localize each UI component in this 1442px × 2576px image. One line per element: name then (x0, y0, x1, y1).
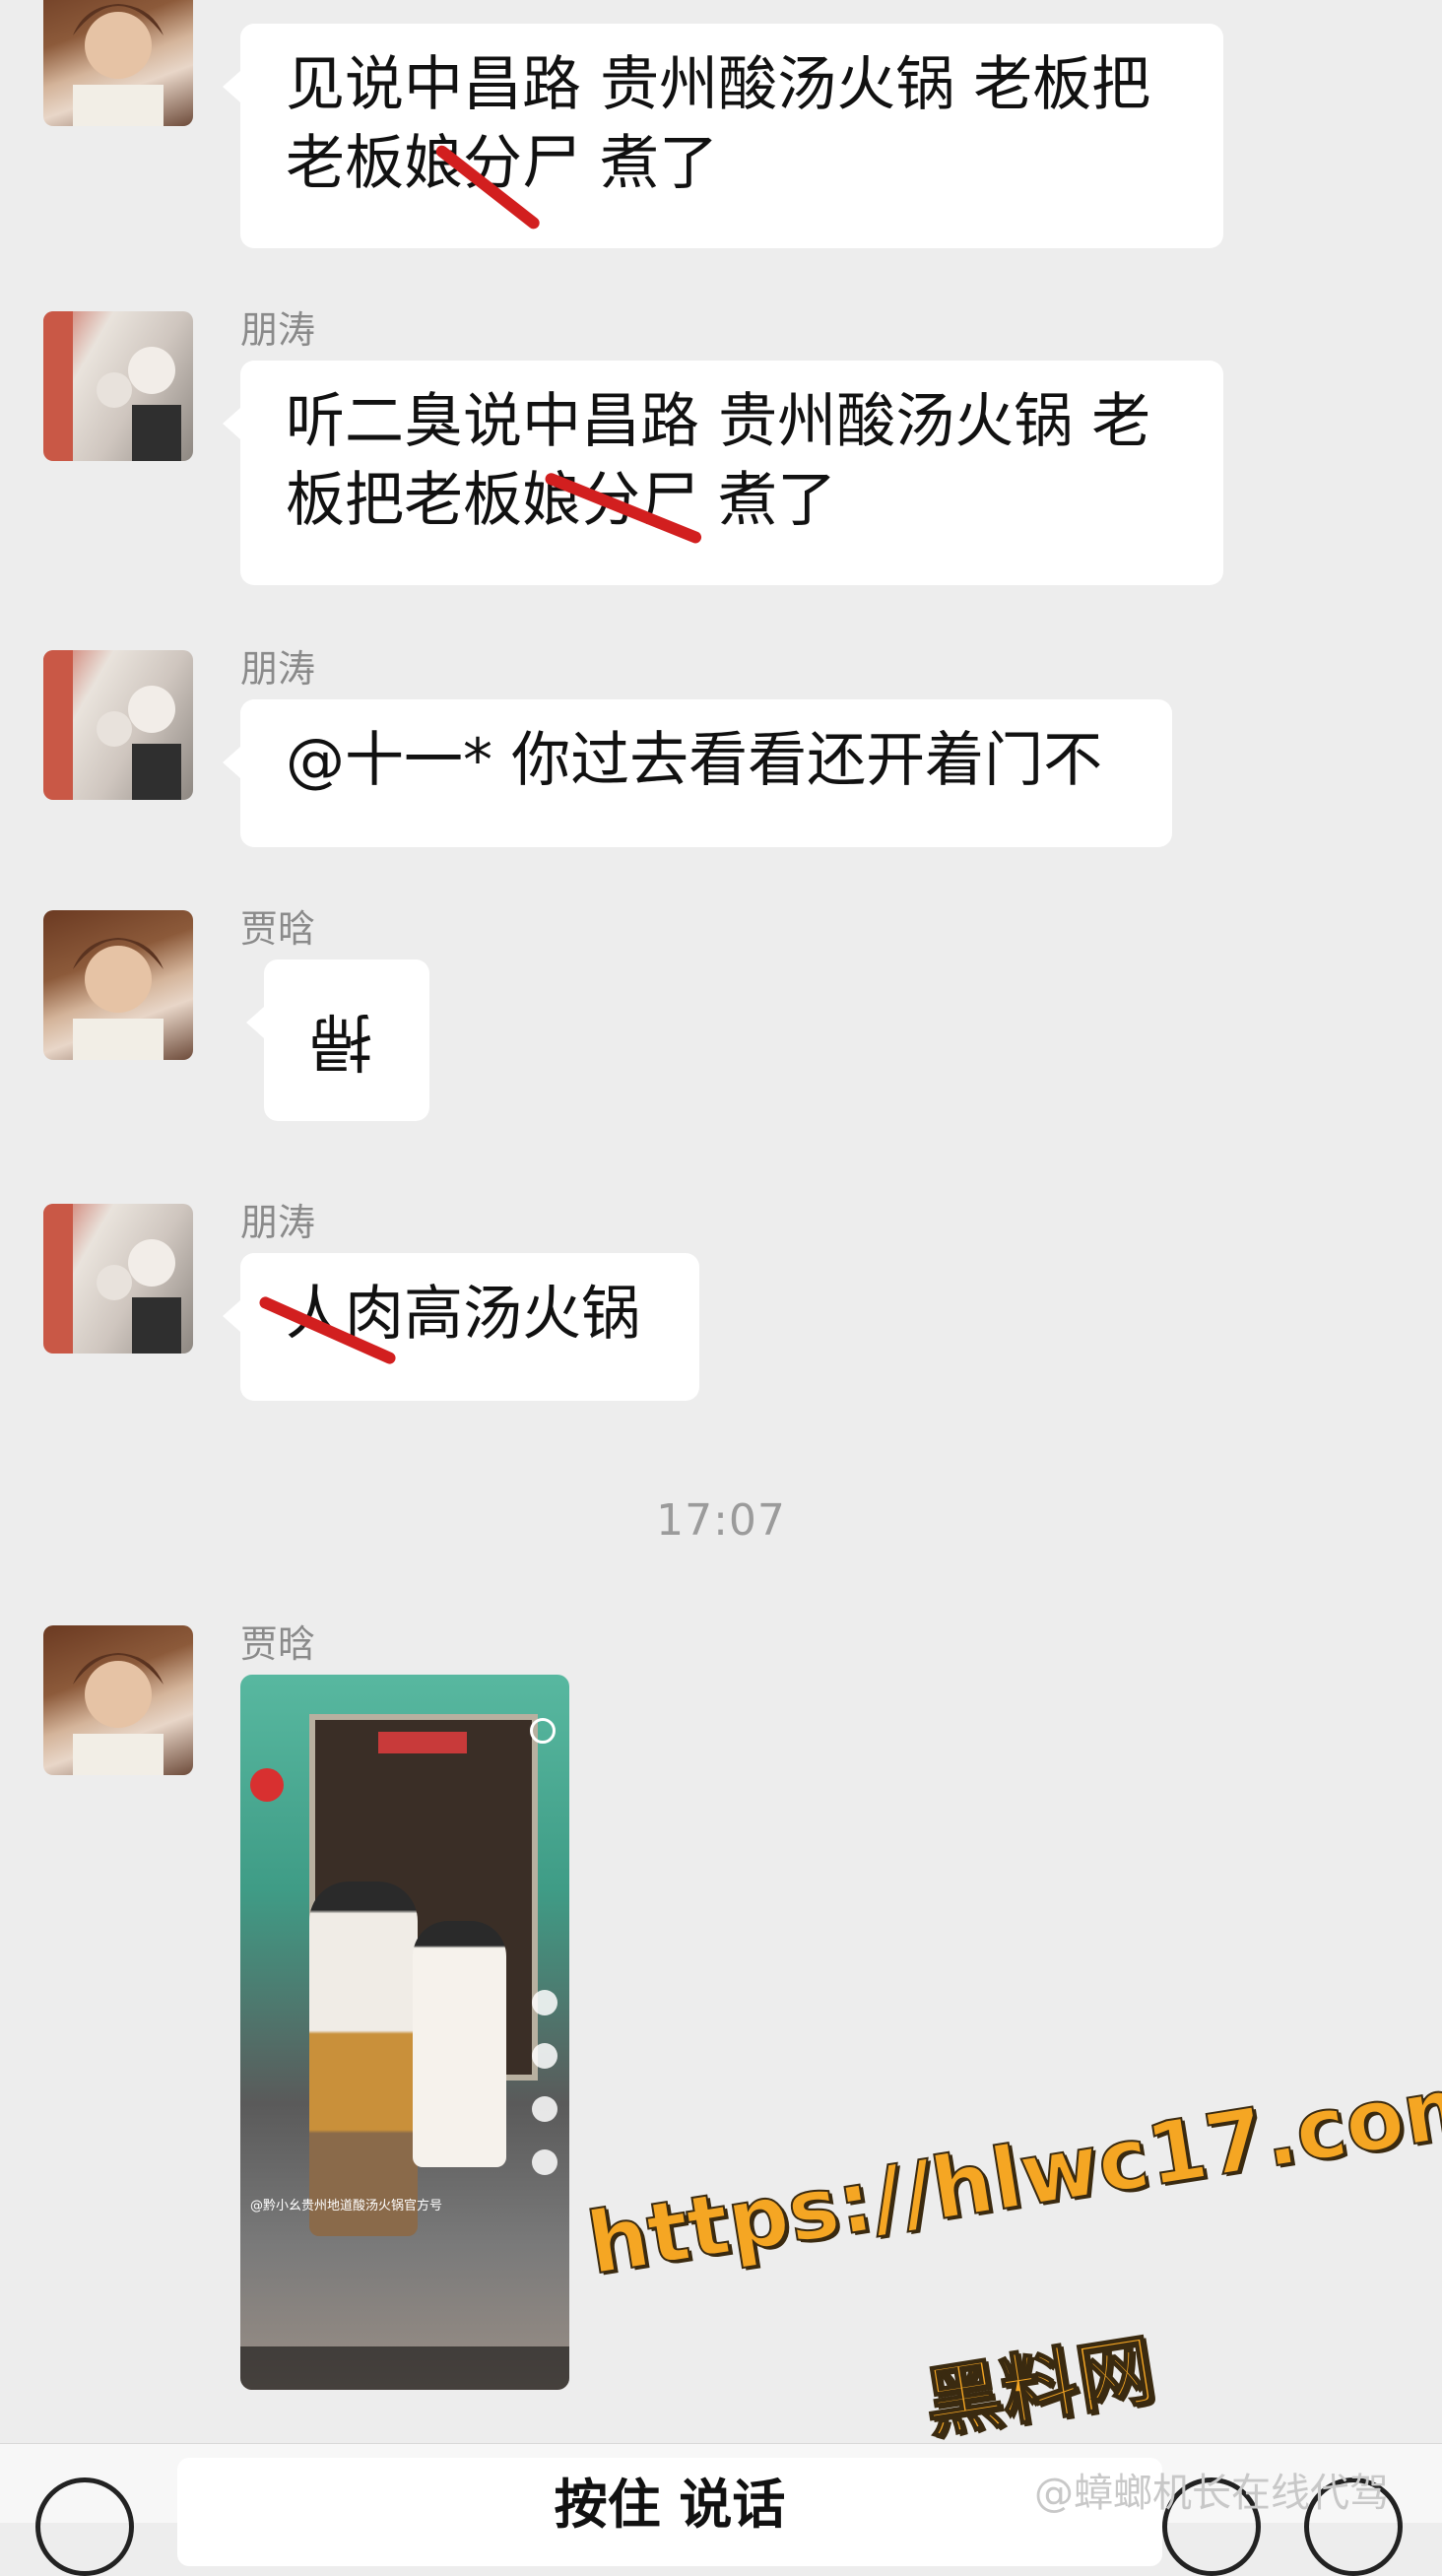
sender-name: 贾晗 (240, 1622, 316, 1666)
sender-name: 朋涛 (240, 308, 316, 352)
sender-name: 贾晗 (240, 907, 316, 951)
video-bottom-bar (240, 2346, 569, 2390)
sender-name: 朋涛 (240, 1201, 316, 1244)
video-caption: @黔小幺贵州地道酸汤火锅官方号 (250, 2199, 443, 2213)
message-bubble[interactable]: 见说中昌路 贵州酸汤火锅 老板把老板娘分尸 煮了 (223, 24, 1223, 248)
message-text: 见说中昌路 贵州酸汤火锅 老板把老板娘分尸 煮了 (286, 50, 1151, 198)
message-text: @十一* 你过去看看还开着门不 (286, 726, 1103, 795)
hold-to-talk-button[interactable]: 按住 说话 (177, 2458, 1162, 2566)
avatar[interactable] (43, 650, 193, 800)
watermark-site: 黑料网 (918, 2325, 1161, 2451)
avatar[interactable] (43, 1204, 193, 1354)
message-text: 掃 (309, 1004, 372, 1077)
message-bubble[interactable]: 听二臭说中昌路 贵州酸汤火锅 老板把老板娘分尸 煮了 (223, 361, 1223, 585)
person-figure (413, 1921, 506, 2167)
share-icon[interactable] (532, 2149, 557, 2175)
message-bubble[interactable]: 人肉高汤火锅 (223, 1253, 699, 1401)
star-icon[interactable] (532, 2096, 557, 2122)
shop-sign (378, 1732, 467, 1753)
watermark-url: https://hlwc17.com (580, 2053, 1442, 2295)
message-text: 听二臭说中昌路 贵州酸汤火锅 老板把老板娘分尸 煮了 (286, 387, 1151, 535)
close-icon[interactable] (250, 1768, 284, 1802)
message-bubble[interactable]: 掃 (246, 959, 429, 1121)
avatar[interactable] (43, 311, 193, 461)
video-card[interactable]: @黔小幺贵州地道酸汤火锅官方号 (240, 1675, 569, 2390)
voice-icon[interactable] (35, 2477, 134, 2576)
avatar[interactable] (43, 0, 193, 126)
avatar[interactable] (43, 1625, 193, 1775)
search-icon[interactable] (530, 1718, 556, 1744)
sender-name: 朋涛 (240, 647, 316, 691)
message-bubble[interactable]: @十一* 你过去看看还开着门不 (223, 699, 1172, 847)
video-actions (532, 1990, 561, 2203)
like-icon[interactable] (532, 1990, 557, 2015)
comment-icon[interactable] (532, 2043, 557, 2069)
person-figure (309, 1882, 418, 2236)
timestamp: 17:07 (656, 1495, 786, 1546)
avatar[interactable] (43, 910, 193, 1060)
weibo-watermark: @蟑螂机长在线代驾 (1034, 2471, 1389, 2516)
